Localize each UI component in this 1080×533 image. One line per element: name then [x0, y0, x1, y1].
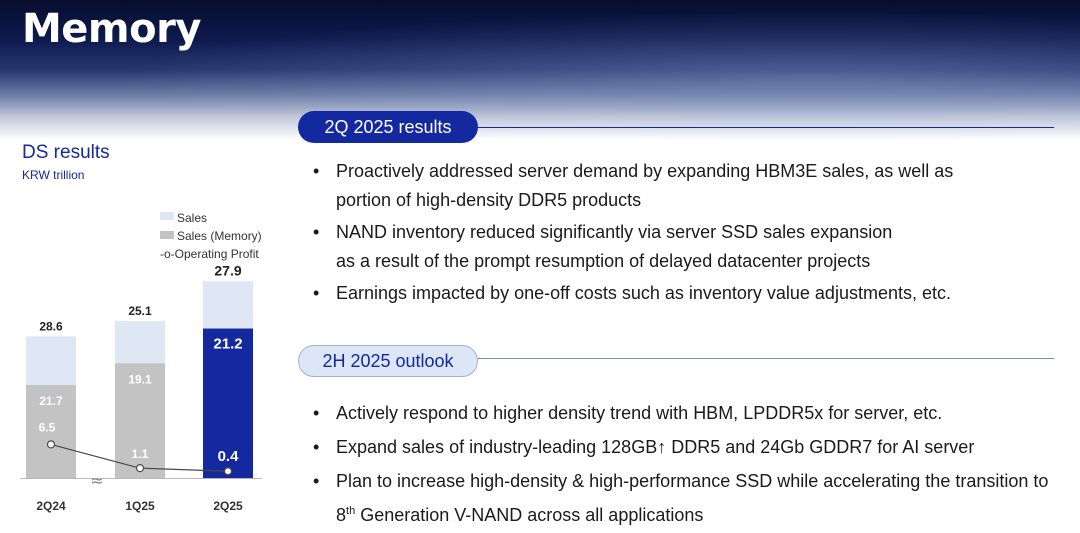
- op-label-2q25: 0.4: [218, 448, 240, 465]
- bullet-text-line2: 8th Generation V-NAND across all applica…: [336, 501, 703, 530]
- x-tick-1q25: 1Q25: [125, 499, 155, 513]
- memory-label-2q24: 21.7: [39, 394, 63, 408]
- legend-swatch-sales: [160, 212, 174, 220]
- x-tick-2q24: 2Q24: [36, 499, 66, 513]
- legend-operating-profit: -o-Operating Profit: [160, 247, 259, 261]
- bullet-text-line1: Plan to increase high-density & high-per…: [336, 471, 1049, 491]
- legend-sales-memory: Sales (Memory): [177, 229, 262, 243]
- op-point-2q24: [46, 440, 56, 449]
- sales-label-2q24: 28.6: [39, 319, 63, 333]
- page-title: Memory: [22, 6, 201, 52]
- bullet-text-line2: as a result of the prompt resumption of …: [336, 251, 871, 271]
- generation-rest: Generation V-NAND across all application…: [355, 505, 704, 525]
- sales-label-2q25: 27.9: [214, 262, 241, 278]
- bullet-text-line1: Earnings impacted by one-off costs such …: [336, 283, 951, 303]
- outlook-divider: [478, 358, 1054, 359]
- memory-label-1q25: 19.1: [128, 372, 152, 386]
- results-divider: [478, 127, 1054, 128]
- ds-results-chart: Sales Sales (Memory) -o-Operating Profit…: [20, 211, 262, 513]
- op-label-2q24: 6.5: [39, 420, 56, 434]
- sales-label-1q25: 25.1: [128, 304, 152, 318]
- axis-break-mark: ≈: [90, 471, 103, 490]
- op-point-1q25: [135, 464, 145, 473]
- results-pill: 2Q 2025 results: [298, 111, 478, 143]
- bullet-dot: •: [313, 283, 320, 303]
- bullet-text-line1: NAND inventory reduced significantly via…: [336, 222, 893, 242]
- ordinal-suffix: th: [346, 505, 356, 517]
- outlook-pill: 2H 2025 outlook: [298, 345, 478, 377]
- bullet-text-line1: Proactively addressed server demand by e…: [336, 161, 954, 181]
- bullet-dot: •: [313, 403, 320, 423]
- bullet-dot: •: [313, 222, 320, 242]
- generation-number: 8: [336, 505, 347, 525]
- bullet-text-line2: portion of high-density DDR5 products: [336, 190, 642, 210]
- bullet-dot: •: [313, 471, 320, 491]
- bullet-dot: •: [313, 437, 320, 457]
- legend-sales: Sales: [177, 211, 207, 225]
- bullet-text-line1: Expand sales of industry-leading 128GB↑ …: [336, 437, 975, 457]
- bullet-text-line1: Actively respond to higher density trend…: [336, 403, 943, 423]
- ds-unit-label: KRW trillion: [22, 168, 85, 182]
- memory-label-2q25: 21.2: [213, 336, 242, 353]
- op-label-1q25: 1.1: [132, 447, 149, 461]
- legend-swatch-memory: [160, 231, 174, 239]
- x-tick-2q25: 2Q25: [213, 499, 243, 513]
- op-point-2q25: [223, 467, 233, 476]
- ds-results-title: DS results: [22, 142, 110, 163]
- bullet-dot: •: [313, 161, 320, 181]
